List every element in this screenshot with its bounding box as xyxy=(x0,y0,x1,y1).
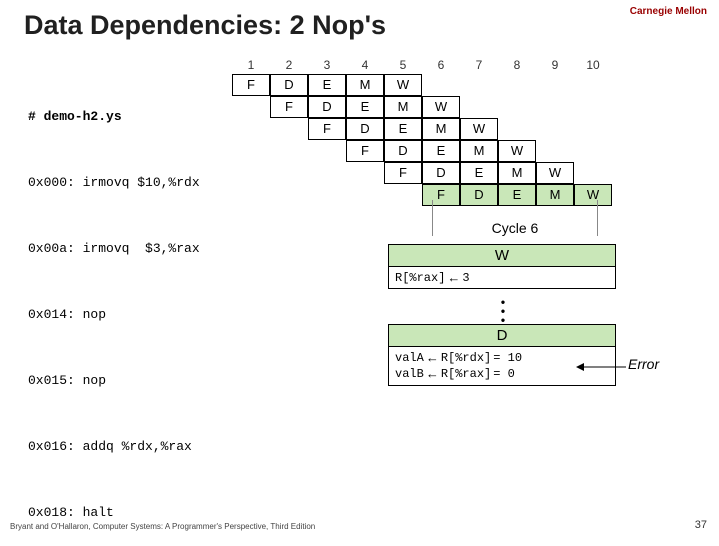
code-header: # demo-h2.ys xyxy=(28,106,200,128)
arrow-icon: ← xyxy=(447,270,460,285)
pipeline-diagram: 12345678910 FDEMWFDEMWFDEMWFDEMWFDEMWFDE… xyxy=(232,58,612,206)
ellipsis-icon: ••• xyxy=(498,296,508,326)
stage-cell: D xyxy=(270,74,308,96)
stage-cell: D xyxy=(346,118,384,140)
stage-cell: E xyxy=(308,74,346,96)
arrow-icon: ← xyxy=(426,366,439,382)
stage-cell: M xyxy=(498,162,536,184)
w-body-right: 3 xyxy=(462,271,469,285)
pipeline-row: FDEMW xyxy=(232,96,612,118)
stage-cell: E xyxy=(498,184,536,206)
stage-cell: F xyxy=(232,74,270,96)
pipeline-row: FDEMW xyxy=(232,140,612,162)
col-header: 10 xyxy=(574,58,612,72)
col-header: 5 xyxy=(384,58,422,72)
col-header: 2 xyxy=(270,58,308,72)
error-label: Error xyxy=(628,356,659,372)
code-line: 0x018: halt xyxy=(28,502,200,524)
stage-cell: F xyxy=(308,118,346,140)
col-header: 8 xyxy=(498,58,536,72)
valb-right: = 0 xyxy=(493,366,515,382)
d-register-box: D valA ← R[%rdx] = 10 valB ← R[%rax] = 0 xyxy=(388,324,616,386)
vala-label: valA xyxy=(395,350,424,366)
stage-cell: D xyxy=(422,162,460,184)
pipeline-row: FDEMW xyxy=(232,184,612,206)
stage-cell: E xyxy=(384,118,422,140)
col-header: 6 xyxy=(422,58,460,72)
cycle-label: Cycle 6 xyxy=(430,220,600,236)
code-line: 0x00a: irmovq $3,%rax xyxy=(28,238,200,260)
vala-right: = 10 xyxy=(493,350,522,366)
code-line: 0x014: nop xyxy=(28,304,200,326)
col-header: 7 xyxy=(460,58,498,72)
code-listing: # demo-h2.ys 0x000: irmovq $10,%rdx 0x00… xyxy=(28,62,200,546)
stage-cell: M xyxy=(460,140,498,162)
stage-cell: W xyxy=(422,96,460,118)
stage-cell: M xyxy=(384,96,422,118)
stage-cell: E xyxy=(460,162,498,184)
w-body-left: R[%rax] xyxy=(395,271,445,285)
slide-title: Data Dependencies: 2 Nop's xyxy=(24,10,386,41)
stage-cell: F xyxy=(384,162,422,184)
col-header: 1 xyxy=(232,58,270,72)
pipeline-col-headers: 12345678910 xyxy=(232,58,612,72)
w-body: R[%rax] ← 3 xyxy=(389,267,615,288)
stage-cell: D xyxy=(384,140,422,162)
valb-label: valB xyxy=(395,366,424,382)
stage-cell: E xyxy=(422,140,460,162)
stage-cell: M xyxy=(422,118,460,140)
stage-cell: W xyxy=(498,140,536,162)
pipeline-row: FDEMW xyxy=(232,118,612,140)
vala-mid: R[%rdx] xyxy=(441,350,491,366)
stage-cell: W xyxy=(574,184,612,206)
w-register-box: W R[%rax] ← 3 xyxy=(388,244,616,289)
stage-cell: E xyxy=(346,96,384,118)
w-head: W xyxy=(389,245,615,267)
footer-citation: Bryant and O'Hallaron, Computer Systems:… xyxy=(10,522,315,531)
col-header: 9 xyxy=(536,58,574,72)
stage-cell: W xyxy=(460,118,498,140)
col-header: 3 xyxy=(308,58,346,72)
col-header: 4 xyxy=(346,58,384,72)
stage-cell: F xyxy=(270,96,308,118)
stage-cell: W xyxy=(536,162,574,184)
arrow-icon: ← xyxy=(426,350,439,366)
stage-cell: W xyxy=(384,74,422,96)
brand-label: Carnegie Mellon xyxy=(630,6,707,17)
valb-mid: R[%rax] xyxy=(441,366,491,382)
code-line: 0x016: addq %rdx,%rax xyxy=(28,436,200,458)
code-line: 0x015: nop xyxy=(28,370,200,392)
stage-cell: D xyxy=(460,184,498,206)
stage-cell: M xyxy=(346,74,384,96)
d-head: D xyxy=(389,325,615,347)
stage-cell: F xyxy=(422,184,460,206)
stage-cell: M xyxy=(536,184,574,206)
stage-cell: D xyxy=(308,96,346,118)
code-line: 0x000: irmovq $10,%rdx xyxy=(28,172,200,194)
pipeline-row: FDEMW xyxy=(232,162,612,184)
page-number: 37 xyxy=(695,519,707,531)
error-arrow-icon xyxy=(574,360,628,374)
stage-cell: F xyxy=(346,140,384,162)
pipeline-row: FDEMW xyxy=(232,74,612,96)
